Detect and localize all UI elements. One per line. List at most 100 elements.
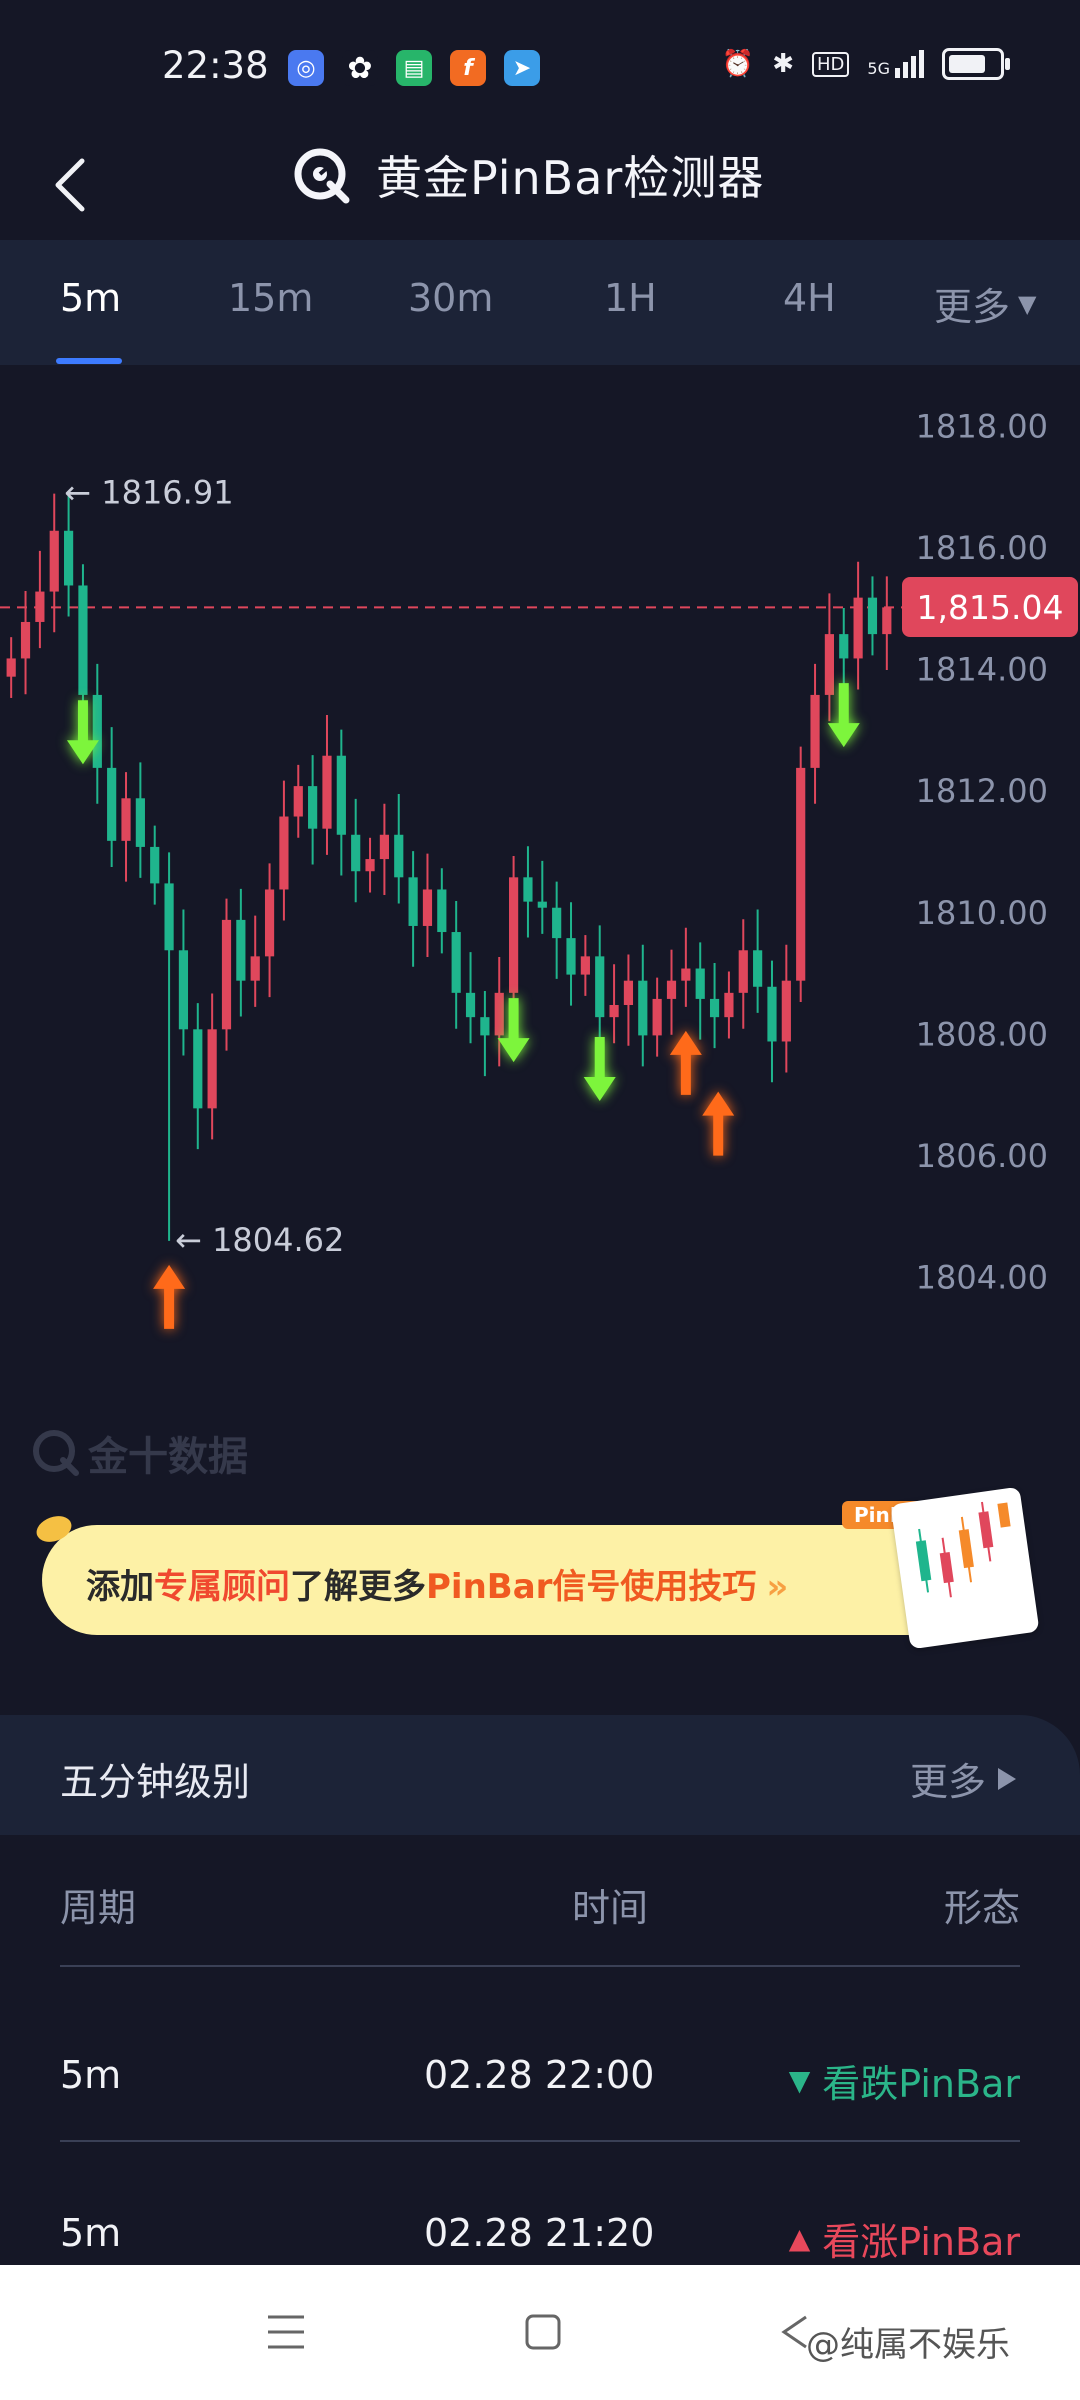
- pattern-label: 看跌PinBar: [822, 2062, 1020, 2106]
- tab-1h[interactable]: 1H: [604, 276, 657, 320]
- bullish-signal-arrow-icon: [702, 1091, 735, 1156]
- tab-5m[interactable]: 5m: [60, 276, 121, 320]
- status-app-icons: ◎ ✿ ▤ f ➤: [288, 50, 540, 86]
- home-square-icon[interactable]: [524, 2313, 562, 2351]
- candle-body: [422, 889, 433, 926]
- candle-body: [681, 968, 691, 981]
- candle-body: [437, 889, 447, 933]
- candle-body: [839, 634, 849, 659]
- tab-more[interactable]: 更多 ▼: [934, 276, 1036, 331]
- candle-body: [49, 530, 59, 592]
- section-more-label: 更多: [909, 1760, 986, 1804]
- pattern-label: 看涨PinBar: [822, 2220, 1020, 2264]
- banner-text: 添加专属顾问了解更多PinBar信号使用技巧»: [86, 1559, 788, 1608]
- candle-body: [264, 889, 275, 957]
- candle-body: [867, 597, 878, 635]
- candle-body: [566, 938, 576, 975]
- promo-banner[interactable]: 添加专属顾问了解更多PinBar信号使用技巧» PinBar: [32, 1486, 1040, 1650]
- candle-body: [781, 980, 791, 1042]
- candle-body: [824, 634, 834, 695]
- candle-body: [379, 834, 389, 860]
- table-divider: [60, 2140, 1020, 2142]
- candle-body: [509, 877, 519, 993]
- row-time: 02.28 21:20: [424, 2211, 655, 2255]
- candle-body: [308, 786, 318, 829]
- alarm-icon: ⏰: [721, 49, 755, 79]
- watermark-text: 金十数据: [88, 1434, 248, 1480]
- search-app-icon: ◎: [288, 50, 324, 86]
- candle-body: [92, 694, 102, 768]
- bearish-signal-arrow-icon: [583, 1037, 616, 1102]
- banner-text-highlight-1: 专属顾问: [154, 1567, 290, 1607]
- battery-icon: [942, 48, 1010, 80]
- f-app-icon: f: [450, 50, 486, 86]
- header-title-group: 黄金PinBar检测器: [290, 142, 764, 208]
- system-nav-bar: @纯属不娱乐: [0, 2265, 1080, 2400]
- banner-text-2: 了解更多: [290, 1567, 426, 1607]
- tab-more-label: 更多: [934, 285, 1011, 329]
- row-pattern: ▼ 看跌PinBar: [789, 2053, 1020, 2108]
- signal-table: 周期 时间 形态 5m 02.28 22:00 ▼ 看跌PinBar 5m 02…: [0, 1835, 1080, 2265]
- candle-body: [709, 998, 720, 1018]
- candle-body: [20, 621, 31, 659]
- candle-body: [494, 992, 504, 1036]
- back-button[interactable]: [40, 140, 100, 230]
- bullish-signal-arrow-icon: [669, 1030, 702, 1095]
- high-price-annotation: ← 1816.91: [64, 474, 233, 512]
- candle-body: [580, 956, 590, 975]
- y-axis-tick-label: 1816.00: [916, 529, 1048, 567]
- tab-30m[interactable]: 30m: [408, 276, 493, 320]
- candle-body: [6, 658, 16, 677]
- column-header-time: 时间: [572, 1886, 649, 1930]
- banner-text-highlight-2: PinBar信号使用技巧: [426, 1567, 757, 1607]
- tab-4h[interactable]: 4H: [783, 276, 836, 320]
- candle-body: [853, 597, 863, 659]
- timeframe-tabs: 5m 15m 30m 1H 4H 更多 ▼: [0, 240, 1080, 365]
- hd-badge: HD: [812, 51, 850, 77]
- candle-body: [322, 755, 332, 829]
- status-bar: 22:38 ◎ ✿ ▤ f ➤ ⏰ ✱ HD 5G: [0, 0, 1080, 130]
- candle-body: [623, 980, 634, 1005]
- candle-body: [724, 992, 734, 1018]
- candle-body: [293, 786, 303, 817]
- menu-icon[interactable]: [266, 2313, 306, 2351]
- candle-body: [150, 846, 160, 884]
- candle-body: [552, 907, 562, 939]
- candle-body: [193, 1029, 203, 1109]
- play-arrow-icon: [998, 1767, 1016, 1790]
- coin-icon: [32, 1511, 76, 1547]
- candle-body: [796, 767, 806, 981]
- banner-text-1: 添加: [86, 1567, 154, 1607]
- row-period: 5m: [60, 2053, 122, 2097]
- candle-body: [394, 834, 404, 878]
- candle-body: [279, 816, 289, 890]
- jin10-watermark: 金十数据: [30, 1424, 248, 1482]
- candle-body: [595, 956, 605, 1018]
- candle-body: [135, 798, 145, 847]
- double-chevron-icon: »: [766, 1567, 789, 1607]
- candle-body: [480, 1017, 490, 1036]
- candle-body: [523, 877, 533, 902]
- jin10-logo-icon: [33, 1430, 79, 1476]
- candle-body: [178, 950, 189, 1030]
- pinbar-logo-icon: [294, 148, 350, 204]
- status-indicators: ⏰ ✱ HD 5G: [721, 48, 1010, 80]
- bluetooth-icon: ✱: [772, 49, 795, 79]
- current-price-badge: 1,815.04: [902, 577, 1078, 638]
- section-more-button[interactable]: 更多: [910, 1751, 1018, 1806]
- row-time: 02.28 22:00: [424, 2053, 655, 2097]
- network-type-label: 5G: [867, 59, 890, 78]
- candle-body: [35, 591, 45, 622]
- weibo-watermark: @纯属不娱乐: [806, 2325, 1010, 2365]
- candle-body: [882, 607, 892, 635]
- low-price-annotation: ← 1804.62: [175, 1221, 344, 1259]
- candle-body: [753, 950, 763, 987]
- chart-canvas: 1818.00 1816.00 1814.00 1812.00 1810.00 1808.…: [0, 407, 1048, 1329]
- tab-15m[interactable]: 15m: [228, 276, 313, 320]
- candle-body: [666, 980, 677, 999]
- triangle-up-icon: ▲: [788, 2222, 811, 2255]
- candle-body: [451, 932, 461, 993]
- y-axis-tick-label: 1806.00: [916, 1137, 1048, 1175]
- candlestick-chart[interactable]: 1818.00 1816.00 1814.00 1812.00 1810.00 1808.…: [0, 365, 1080, 1480]
- candle-body: [695, 968, 705, 999]
